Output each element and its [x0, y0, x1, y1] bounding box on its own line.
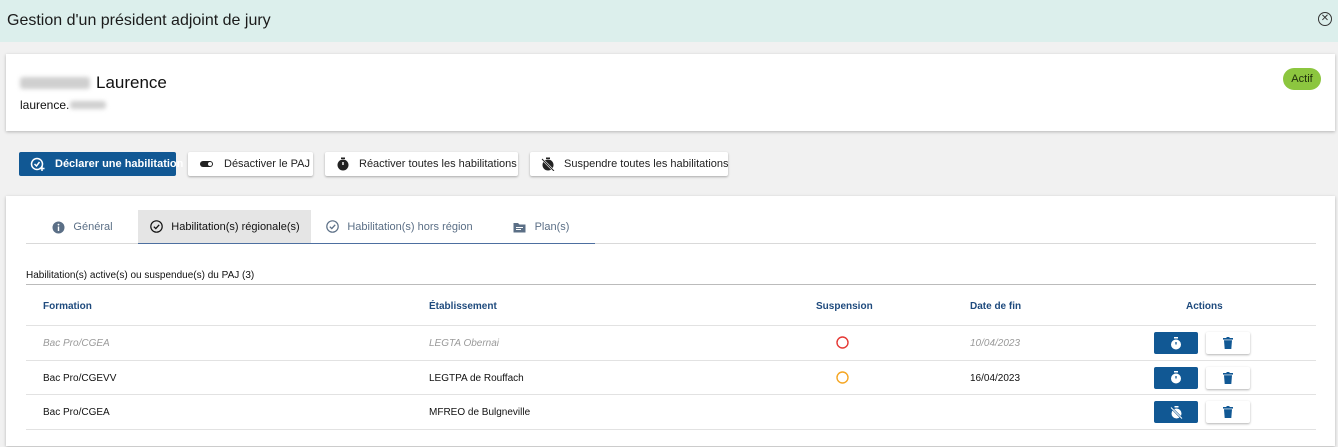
dialog-title: Gestion d'un président adjoint de jury: [7, 12, 271, 29]
table-row: Bac Pro/CGEA MFREO de Bulgneville: [26, 395, 1316, 430]
cell-etablissement: LEGTPA de Rouffach: [429, 372, 524, 384]
stopwatch-icon: [336, 156, 350, 172]
declare-label: Déclarer une habilitation: [55, 158, 184, 170]
stopwatch-slash-icon: [541, 156, 555, 172]
action-toolbar: Déclarer une habilitation Désactiver le …: [19, 152, 740, 176]
header-suspension: Suspension: [816, 301, 873, 312]
folder-icon: [513, 220, 527, 234]
check-circle-icon: [149, 220, 163, 234]
stopwatch-icon: [1171, 371, 1181, 384]
user-name: Laurence: [20, 73, 167, 93]
cell-formation: Bac Pro/CGEA: [43, 338, 110, 349]
tab-general[interactable]: Général: [26, 210, 138, 244]
first-name: Laurence: [96, 73, 167, 92]
cell-etablissement: MFREO de Bulgneville: [429, 407, 531, 418]
suspend-label: Suspendre toutes les habilitations: [564, 158, 729, 170]
cell-date-fin: 10/04/2023: [970, 338, 1021, 349]
header-formation: Formation: [43, 301, 92, 312]
header-date-fin: Date de fin: [970, 301, 1022, 312]
orange-half-clock-icon: [836, 370, 849, 384]
stopwatch-icon: [1171, 336, 1181, 349]
delete-button[interactable]: [1206, 401, 1250, 423]
cell-date-fin: 16/04/2023: [970, 372, 1021, 384]
tab-bar: Général Habilitation(s) régionale(s) Hab…: [26, 210, 1316, 244]
header-etablissement: Établissement: [429, 301, 497, 312]
stopwatch-slash-icon: [1169, 405, 1183, 419]
cell-formation: Bac Pro/CGEA: [43, 407, 110, 418]
suspend-all-button[interactable]: Suspendre toutes les habilitations: [530, 152, 729, 176]
trash-icon: [1223, 337, 1233, 349]
section-title: Habilitation(s) active(s) ou suspendue(s…: [26, 270, 255, 281]
status-badge: Actif: [1283, 68, 1321, 90]
declare-habilitation-button[interactable]: Déclarer une habilitation: [19, 152, 183, 176]
table-row: Bac Pro/CGEA LEGTA Obernai 10/04/2023: [26, 326, 1316, 361]
user-card: Laurence laurence. Actif: [6, 54, 1335, 131]
info-icon: [51, 220, 65, 234]
tab-label: Général: [73, 221, 113, 233]
tab-regional[interactable]: Habilitation(s) régionale(s): [138, 210, 311, 244]
tab-plans[interactable]: Plan(s): [487, 210, 595, 244]
tab-outside-region[interactable]: Habilitation(s) hors région: [311, 210, 487, 244]
trash-icon: [1223, 406, 1233, 418]
cell-etablissement: LEGTA Obernai: [429, 338, 500, 349]
tab-label: Habilitation(s) hors région: [347, 220, 473, 233]
close-icon[interactable]: ✕: [1318, 12, 1332, 26]
table-header: Formation Établissement Suspension Date …: [26, 284, 1316, 326]
dialog-header: Gestion d'un président adjoint de jury ✕: [0, 0, 1338, 42]
deactivate-label: Désactiver le PAJ: [224, 158, 310, 170]
red-half-clock-icon: [836, 336, 849, 349]
delete-button[interactable]: [1206, 332, 1250, 354]
delete-button[interactable]: [1206, 366, 1250, 389]
tab-label: Habilitation(s) régionale(s): [171, 220, 300, 233]
trash-icon: [1223, 371, 1233, 384]
deactivate-paj-button[interactable]: Désactiver le PAJ: [188, 152, 313, 176]
redacted-last-name: [20, 77, 90, 89]
user-email: laurence.: [20, 98, 107, 112]
suspend-button[interactable]: [1154, 401, 1198, 423]
toggle-icon: [199, 156, 215, 172]
habilitations-panel: Général Habilitation(s) régionale(s) Hab…: [6, 196, 1335, 446]
email-prefix: laurence.: [20, 98, 70, 112]
habilitations-table: Formation Établissement Suspension Date …: [26, 284, 1316, 430]
header-actions: Actions: [1186, 301, 1223, 312]
suspend-button[interactable]: [1154, 366, 1198, 389]
reactivate-label: Réactiver toutes les habilitations: [359, 158, 517, 170]
cell-formation: Bac Pro/CGEVV: [43, 372, 117, 384]
table-row: Bac Pro/CGEVV LEGTPA de Rouffach 16/04/2…: [26, 361, 1316, 395]
reactivate-all-button[interactable]: Réactiver toutes les habilitations: [325, 152, 518, 176]
check-circle-icon: [325, 220, 339, 234]
check-add-icon: [30, 156, 46, 172]
tab-label: Plan(s): [534, 220, 570, 233]
redacted-email: [70, 101, 107, 109]
suspend-button[interactable]: [1154, 332, 1198, 354]
